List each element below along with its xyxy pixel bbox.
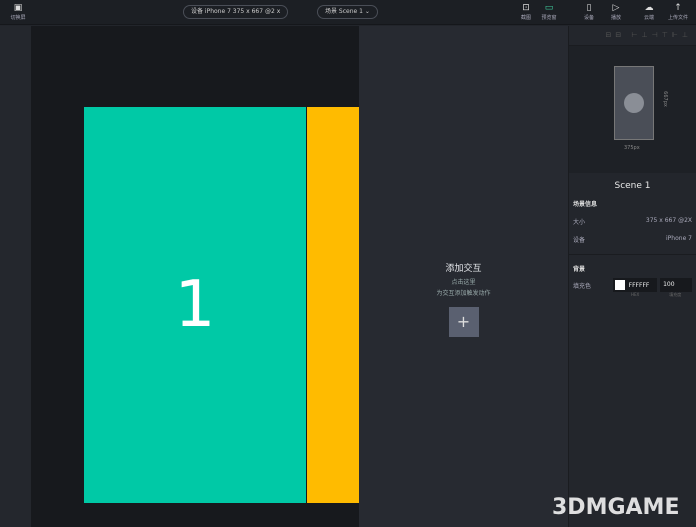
screenshot-icon: ⊡: [522, 3, 530, 13]
interaction-panel: 添加交互 点击这里 为交互添加触发动作 +: [359, 26, 568, 527]
opacity-input[interactable]: 100: [660, 278, 692, 292]
top-toolbar: ▣ 切换屏 设备 iPhone 7 375 x 667 @2 x 场景 Scene…: [0, 0, 696, 25]
preview-icon: ▭: [544, 3, 554, 13]
placeholder-icon: [624, 93, 644, 113]
color-swatch[interactable]: [614, 280, 625, 290]
preview-button[interactable]: ▭ 预览窗: [537, 3, 561, 21]
interaction-hint-2: 为交互添加触发动作: [436, 290, 491, 297]
switch-screen-button[interactable]: ▣ 切换屏: [6, 3, 30, 21]
hex-input[interactable]: FFFFFF: [612, 278, 658, 292]
device-button[interactable]: ▯ 设备: [577, 3, 601, 21]
interaction-title: 添加交互: [445, 264, 482, 274]
align-tools[interactable]: ⊟⊟ ⊢⊥⊣⊤⊩⊥: [569, 26, 696, 46]
interaction-hint: 点击这里: [451, 279, 476, 286]
device-selector[interactable]: 设备 iPhone 7 375 x 667 @2 x: [183, 5, 289, 19]
upload-button[interactable]: ↑ 上传文件: [664, 3, 692, 21]
scene-selector[interactable]: 场景 Scene 1 ⌄: [317, 5, 378, 19]
play-icon: ▷: [612, 3, 620, 13]
add-interaction-button[interactable]: +: [448, 307, 479, 337]
watermark: 3DMGAME: [552, 495, 680, 520]
page-1-artboard[interactable]: 1: [84, 107, 306, 503]
upload-icon: ↑: [674, 3, 682, 13]
device-icon: ▯: [586, 3, 592, 13]
cloud-button[interactable]: ☁ 云端: [637, 3, 661, 21]
page-2-artboard[interactable]: [307, 107, 359, 503]
play-button[interactable]: ▷ 播放: [604, 3, 628, 21]
screenshot-button[interactable]: ⊡ 截图: [514, 3, 538, 21]
scene-title: Scene 1: [614, 181, 651, 191]
scene-thumbnail: 375px 667px: [569, 46, 696, 173]
properties-panel: ⊟⊟ ⊢⊥⊣⊤⊩⊥ 375px 667px Scene 1 场景信息 大小 375…: [568, 26, 696, 527]
screen-icon: ▣: [13, 3, 23, 13]
left-sidebar: [0, 26, 31, 527]
cloud-icon: ☁: [644, 3, 654, 13]
